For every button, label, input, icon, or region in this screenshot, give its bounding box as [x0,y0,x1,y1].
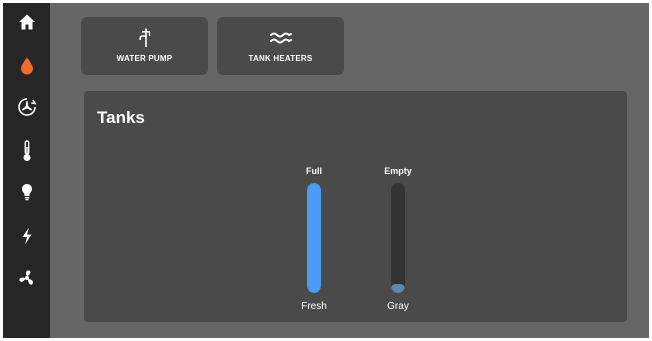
sidebar-item-lights[interactable] [3,175,50,209]
tank-heaters-button[interactable]: TANK HEATERS [217,17,344,75]
tank-level-bar [391,183,405,293]
home-icon [18,13,36,31]
thermometer-icon [22,140,32,162]
water-pump-button[interactable]: WATER PUMP [81,17,208,75]
water-pump-label: WATER PUMP [116,54,173,63]
tank-level-fill [391,284,405,293]
tank-gray: Empty Gray [368,161,428,321]
sidebar-item-water[interactable] [3,49,50,83]
tank-level-label: Full [306,166,322,176]
fan-speed-icon [17,97,37,117]
app-frame: WATER PUMP TANK HEATERS Tanks Full Fresh… [3,3,649,338]
tanks-title: Tanks [97,108,145,127]
tank-level-fill [307,183,321,293]
tank-name: Gray [387,301,409,312]
sidebar-item-temperature[interactable] [3,134,50,168]
heat-waves-icon [217,28,344,48]
ventilation-fan-icon [18,269,36,287]
tank-fresh: Full Fresh [284,161,344,321]
faucet-icon [81,28,208,48]
sidebar-item-power[interactable] [3,219,50,253]
tank-level-bar [307,183,321,293]
lightning-bolt-icon [21,227,33,245]
sidebar-item-home[interactable] [3,5,50,39]
sidebar-nav [3,3,50,338]
tank-name: Fresh [301,301,327,312]
sidebar-item-climate[interactable] [3,90,50,124]
tanks-panel: Tanks Full Fresh Empty Gray [84,91,627,322]
sidebar-item-ventilation[interactable] [3,261,50,295]
tank-level-label: Empty [384,166,412,176]
tank-heaters-label: TANK HEATERS [248,54,313,63]
light-bulb-icon [21,183,33,201]
water-drop-icon [20,57,34,75]
